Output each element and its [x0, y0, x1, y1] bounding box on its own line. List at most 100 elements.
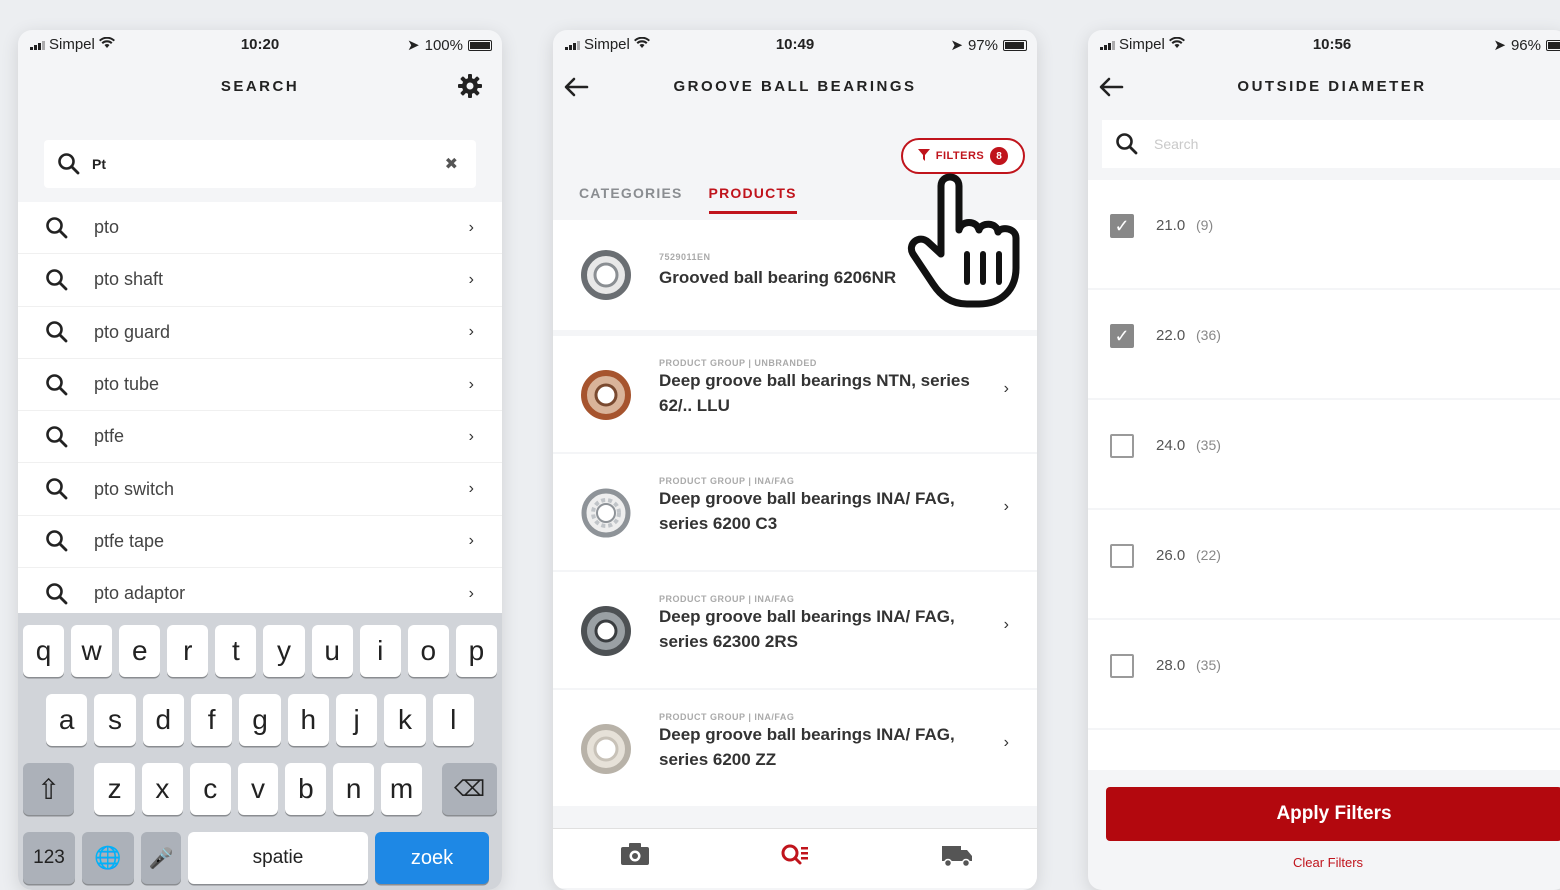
- globe-key[interactable]: 🌐: [82, 832, 134, 884]
- key-k[interactable]: k: [384, 694, 426, 746]
- numbers-key[interactable]: 123: [23, 832, 75, 884]
- key-d[interactable]: d: [142, 694, 184, 746]
- key-b[interactable]: b: [285, 763, 327, 815]
- key-h[interactable]: h: [287, 694, 329, 746]
- key-m[interactable]: m: [381, 763, 422, 815]
- key-a[interactable]: a: [46, 694, 88, 746]
- product-item[interactable]: PRODUCT GROUP | UNBRANDED Deep groove ba…: [553, 336, 1037, 452]
- shift-key[interactable]: ⇧: [23, 763, 75, 815]
- chevron-right-icon: ›: [468, 270, 474, 288]
- chevron-right-icon: ›: [468, 427, 474, 445]
- battery-percent: 97%: [967, 36, 998, 54]
- key-r[interactable]: r: [167, 625, 209, 677]
- option-count: (35): [1196, 657, 1221, 673]
- checkbox-unchecked[interactable]: [1110, 654, 1134, 678]
- clear-icon[interactable]: ✖: [445, 154, 458, 174]
- battery-percent: 100%: [424, 36, 463, 54]
- search-icon: [44, 319, 70, 345]
- checkbox-unchecked[interactable]: [1110, 544, 1134, 568]
- option-row[interactable]: 28.0 (35): [1088, 620, 1560, 728]
- tab-categories[interactable]: CATEGORIES: [579, 185, 683, 214]
- chevron-right-icon: ›: [468, 584, 474, 602]
- search-list-icon[interactable]: [779, 841, 811, 869]
- product-name: Deep groove ball bearings INA/ FAG, seri…: [659, 607, 955, 651]
- key-q[interactable]: q: [23, 625, 65, 677]
- suggestion-item[interactable]: pto switch ›: [18, 463, 502, 516]
- camera-icon[interactable]: [619, 841, 651, 869]
- option-row[interactable]: 26.0 (22): [1088, 510, 1560, 618]
- bearing-thumbnail: [581, 606, 631, 656]
- status-bar: Simpel 10:20 ➤ 100%: [18, 30, 502, 60]
- mic-key[interactable]: 🎤: [141, 832, 181, 884]
- option-count: (36): [1196, 327, 1221, 343]
- suggestion-label: pto guard: [94, 321, 171, 342]
- search-placeholder: Search: [1154, 136, 1199, 152]
- apply-filters-button[interactable]: Apply Filters: [1106, 787, 1560, 841]
- key-o[interactable]: o: [407, 625, 449, 677]
- search-icon: [56, 151, 82, 177]
- suggestion-item[interactable]: ptfe tape ›: [18, 515, 502, 569]
- key-t[interactable]: t: [215, 625, 257, 677]
- key-e[interactable]: e: [119, 625, 161, 677]
- checkbox-checked[interactable]: ✓: [1110, 214, 1134, 238]
- option-row[interactable]: ✓ 21.0 (9): [1088, 180, 1560, 288]
- option-value: 26.0: [1156, 547, 1186, 564]
- search-icon: [44, 267, 70, 293]
- search-icon: [44, 528, 70, 554]
- tab-products[interactable]: PRODUCTS: [708, 185, 797, 214]
- suggestion-item[interactable]: pto guard ›: [18, 306, 502, 359]
- gear-icon[interactable]: [456, 72, 484, 100]
- truck-icon[interactable]: [941, 841, 973, 869]
- backspace-icon: ⌫: [453, 776, 486, 801]
- chevron-right-icon: ›: [468, 218, 474, 236]
- clear-filters-link[interactable]: Clear Filters: [1088, 855, 1560, 870]
- search-go-key[interactable]: zoek: [375, 832, 489, 884]
- filters-label: FILTERS: [935, 150, 985, 162]
- suggestion-item[interactable]: pto tube ›: [18, 358, 502, 412]
- filter-search-input[interactable]: Search: [1102, 120, 1560, 168]
- option-row[interactable]: 24.0 (35): [1088, 400, 1560, 508]
- suggestion-item[interactable]: ptfe ›: [18, 411, 502, 464]
- key-f[interactable]: f: [190, 694, 233, 746]
- key-y[interactable]: y: [263, 625, 305, 677]
- key-w[interactable]: w: [71, 625, 113, 677]
- checkbox-checked[interactable]: ✓: [1110, 324, 1134, 348]
- checkbox-unchecked[interactable]: [1110, 434, 1134, 458]
- product-item[interactable]: PRODUCT GROUP | INA/FAG Deep groove ball…: [553, 454, 1037, 570]
- location-icon: ➤: [407, 37, 420, 54]
- suggestion-label: pto adaptor: [94, 583, 186, 604]
- option-value: 22.0: [1156, 327, 1186, 344]
- status-time: 10:56: [1312, 36, 1352, 53]
- product-meta: PRODUCT GROUP | UNBRANDED: [659, 358, 817, 368]
- key-s[interactable]: s: [94, 694, 136, 746]
- chevron-right-icon: ›: [1003, 616, 1009, 633]
- key-u[interactable]: u: [311, 625, 353, 677]
- option-row[interactable]: ✓ 22.0 (36): [1088, 290, 1560, 398]
- products-screen: Simpel 10:49 ➤ 97% GROOVE BALL BEARINGS F…: [553, 30, 1037, 890]
- key-g[interactable]: g: [239, 694, 281, 746]
- page-title: SEARCH: [220, 78, 300, 95]
- key-i[interactable]: i: [359, 625, 401, 677]
- key-j[interactable]: j: [335, 694, 378, 746]
- key-n[interactable]: n: [333, 763, 375, 815]
- space-key[interactable]: spatie: [188, 832, 368, 884]
- chevron-right-icon: ›: [1003, 380, 1009, 397]
- option-row-partial: [1088, 730, 1560, 770]
- suggestion-item[interactable]: pto ›: [18, 202, 502, 255]
- shift-icon: ⇧: [36, 773, 61, 805]
- key-l[interactable]: l: [432, 694, 474, 746]
- backspace-key[interactable]: ⌫: [441, 763, 498, 815]
- search-input[interactable]: Pt ✖: [44, 140, 476, 188]
- status-bar: Simpel 10:49 ➤ 97%: [553, 30, 1037, 60]
- filter-count-badge: 8: [990, 147, 1009, 165]
- product-item[interactable]: PRODUCT GROUP | INA/FAG Deep groove ball…: [553, 690, 1037, 806]
- suggestion-item[interactable]: pto shaft ›: [18, 254, 502, 307]
- key-z[interactable]: z: [94, 763, 135, 815]
- key-v[interactable]: v: [237, 763, 279, 815]
- chevron-right-icon: ›: [468, 375, 474, 393]
- key-p[interactable]: p: [455, 625, 497, 677]
- product-meta: PRODUCT GROUP | INA/FAG: [659, 476, 795, 486]
- product-item[interactable]: PRODUCT GROUP | INA/FAG Deep groove ball…: [553, 572, 1037, 688]
- key-c[interactable]: c: [189, 763, 231, 815]
- key-x[interactable]: x: [141, 763, 183, 815]
